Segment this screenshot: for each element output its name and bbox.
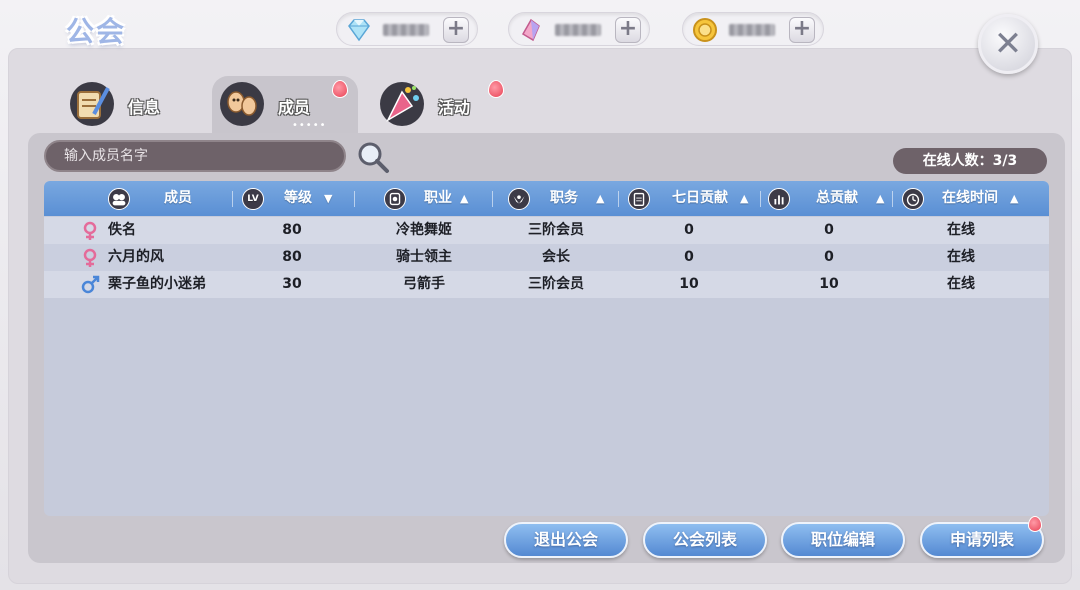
scroll-quill-icon [70,82,114,126]
online-count: 在线人数：3/3 [893,148,1047,174]
leave-guild-button[interactable]: 退出公会 [504,522,628,558]
member-role: 会长 [542,249,570,265]
coin-icon [693,18,717,42]
currency-coin: + [682,12,824,46]
sort-asc-icon: ▲ [740,192,749,205]
guild-list-button[interactable]: 公会列表 [643,522,767,558]
notification-dot [1028,516,1042,532]
sort-asc-icon: ▲ [596,192,605,205]
tab-label: 活动 [438,98,471,117]
search-input[interactable]: 输入成员名字 [44,140,346,172]
member-level: 80 [282,249,302,265]
member-name: 佚名 [108,222,136,238]
member-job: 骑士领主 [396,249,452,265]
application-list-button[interactable]: 申请列表 [920,522,1044,558]
tab-label: 信息 [128,98,161,117]
male-icon [81,275,100,294]
tab-label: 成员 [278,98,311,117]
member-status: 在线 [947,276,975,292]
lv-icon: LV [242,188,264,210]
page-title: 公会 [66,15,127,48]
add-crystal-button[interactable]: + [615,17,641,43]
table-row[interactable]: 栗子鱼的小迷弟 30 弓箭手 三阶会员 10 10 在线 [44,271,1049,298]
member-total: 10 [819,276,839,292]
job-card-icon [384,188,406,210]
member-job: 弓箭手 [403,276,445,292]
add-diamond-button[interactable]: + [443,17,469,43]
member-level: 80 [282,222,302,238]
members-icon [220,82,264,126]
alarm-clock-icon [902,188,924,210]
table-row[interactable]: 六月的风 80 骑士领主 会长 0 0 在线 [44,244,1049,271]
currency-value-hidden [383,24,429,36]
sort-asc-icon: ▲ [876,192,885,205]
sort-asc-icon: ▲ [1010,192,1019,205]
member-job: 冷艳舞姬 [396,222,452,238]
currency-crystal: + [508,12,650,46]
sort-asc-icon: ▲ [460,192,469,205]
female-icon [83,221,97,240]
sort-desc-icon: ▼ [324,192,333,205]
member-total: 0 [824,249,834,265]
member-status: 在线 [947,249,975,265]
bar-chart-icon [768,188,790,210]
diamond-icon [348,19,370,42]
column-level[interactable]: LV 等级 ▼ [242,181,354,216]
table-header: 成员 LV 等级 ▼ 职业 ▲ 职务 ▲ 七日贡献 ▲ 总贡献 ▲ 在线时间 ▲ [44,181,1049,216]
table-row[interactable]: 佚名 80 冷艳舞姬 三阶会员 0 0 在线 [44,217,1049,244]
tab-info[interactable]: 信息 [62,76,208,134]
column-job[interactable]: 职业 ▲ [384,181,494,216]
active-indicator: ••••• [292,120,327,131]
edit-positions-button[interactable]: 职位编辑 [781,522,905,558]
member-status: 在线 [947,222,975,238]
column-member[interactable]: 成员 [108,181,258,216]
member-weekly: 0 [684,249,694,265]
column-role[interactable]: 职务 ▲ [508,181,628,216]
female-icon [83,248,97,267]
member-weekly: 10 [679,276,699,292]
member-weekly: 0 [684,222,694,238]
clipboard-icon [628,188,650,210]
member-role: 三阶会员 [528,222,584,238]
member-name: 六月的风 [108,249,164,265]
member-role: 三阶会员 [528,276,584,292]
member-level: 30 [282,276,302,292]
search-icon[interactable] [356,140,390,174]
member-table: 成员 LV 等级 ▼ 职业 ▲ 职务 ▲ 七日贡献 ▲ 总贡献 ▲ 在线时间 ▲… [44,181,1049,516]
notification-dot [488,80,504,98]
notification-dot [332,80,348,98]
column-online-time[interactable]: 在线时间 ▲ [902,181,1042,216]
currency-value-hidden [729,24,775,36]
column-total-contribution[interactable]: 总贡献 ▲ [768,181,892,216]
members-icon [108,188,130,210]
close-button[interactable]: ✕ [978,14,1038,74]
member-total: 0 [824,222,834,238]
close-icon: ✕ [993,24,1023,64]
currency-value-hidden [555,24,601,36]
crystal-icon [521,18,540,42]
member-name: 栗子鱼的小迷弟 [108,276,206,292]
wings-icon [508,188,530,210]
column-weekly-contribution[interactable]: 七日贡献 ▲ [628,181,758,216]
add-coin-button[interactable]: + [789,17,815,43]
currency-diamond: + [336,12,478,46]
party-popper-icon [380,82,424,126]
